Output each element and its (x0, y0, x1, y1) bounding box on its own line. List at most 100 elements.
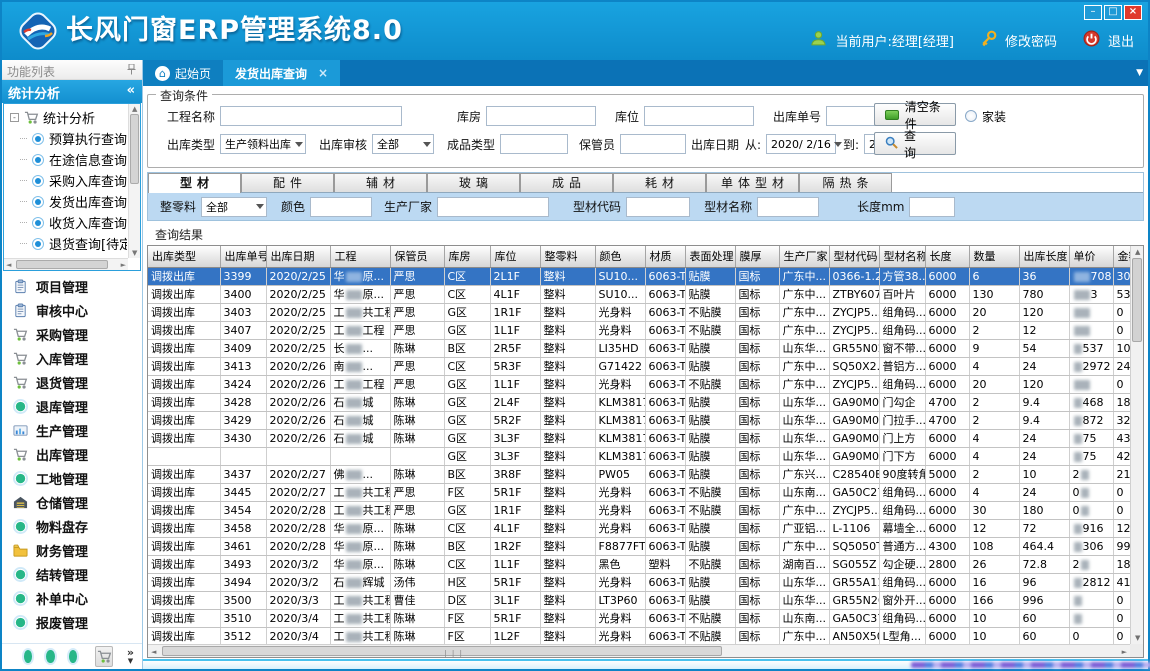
table-row[interactable]: 调拨出库35002020/3/3工共工程曹佳D区3L1F整料LT3P606063… (148, 591, 1130, 609)
table-row[interactable]: 调拨出库33992020/2/25华原...严思C区2L1F整料SU10...6… (148, 267, 1130, 285)
table-row[interactable]: 调拨出库34372020/2/27佛...陈琳B区3R8F整料PW056063-… (148, 465, 1130, 483)
sidebar-menu-item[interactable]: 项目管理 (2, 274, 142, 298)
material-tab[interactable]: 耗材 (613, 173, 706, 192)
table-row[interactable]: 调拨出库34612020/2/28华原...陈琳B区1R2F整料F8877FT6… (148, 537, 1130, 555)
warehouse-input[interactable] (486, 106, 596, 126)
clear-conditions-button[interactable]: 清空条件 (874, 103, 956, 126)
table-row[interactable]: 调拨出库35102020/3/4工共工程陈琳F区5R1F整料光身料6063-T5… (148, 609, 1130, 627)
close-button[interactable]: × (1124, 5, 1142, 20)
tree-root[interactable]: - 统计分析 (6, 106, 127, 128)
column-header[interactable]: 型材代码 (829, 246, 879, 267)
column-header[interactable]: 保管员 (390, 246, 444, 267)
more-menus-button[interactable]: »▼ (127, 648, 134, 666)
material-tab[interactable]: 型材 (148, 173, 241, 193)
logout-link[interactable]: 退出 (1108, 31, 1134, 50)
material-tab[interactable]: 成品 (520, 173, 613, 192)
sidebar-menu-item[interactable]: 入库管理 (2, 346, 142, 370)
table-row[interactable]: 调拨出库34292020/2/26石城陈琳G区5R2F整料KLM38176063… (148, 411, 1130, 429)
sidebar-menu-item[interactable]: 补单中心 (2, 586, 142, 610)
table-row[interactable]: 调拨出库35122020/3/4工共工程陈琳F区1L2F整料光身料6063-T5… (148, 627, 1130, 644)
tree-item[interactable]: 发货出库查询 (6, 191, 127, 212)
tab-start-page[interactable]: ⌂ 起始页 (143, 60, 223, 86)
material-tab[interactable]: 隔热条 (799, 173, 892, 192)
grid-horizontal-scrollbar[interactable]: ◄❘❘❘► (148, 644, 1130, 657)
green-dot-icon[interactable] (24, 650, 32, 663)
minimize-button[interactable]: – (1084, 5, 1102, 20)
column-header[interactable]: 出库长度 (1019, 246, 1069, 267)
profile-name-input[interactable] (757, 197, 819, 217)
column-header[interactable]: 出库类型 (148, 246, 220, 267)
table-row[interactable]: 调拨出库34542020/2/28工共工程严思G区1R1F整料光身料6063-T… (148, 501, 1130, 519)
sidebar-menu-item[interactable]: 出库管理 (2, 442, 142, 466)
table-row[interactable]: 调拨出库34932020/3/2华原...陈琳C区1L1F整料黑色塑料不贴膜国标… (148, 555, 1130, 573)
sidebar-menu-item[interactable]: 财务管理 (2, 538, 142, 562)
location-input[interactable] (644, 106, 754, 126)
table-row[interactable]: 调拨出库34092020/2/25长...陈琳B区2R5F整料LI35HD606… (148, 339, 1130, 357)
table-row[interactable]: 调拨出库34282020/2/26石城陈琳G区2L4F整料KLM38176063… (148, 393, 1130, 411)
column-header[interactable]: 生产厂家 (779, 246, 829, 267)
tab-shipment-outbound-query[interactable]: 发货出库查询 × (223, 60, 340, 86)
column-header[interactable]: 表面处理 (685, 246, 735, 267)
sidebar-menu-item[interactable]: 退货管理 (2, 370, 142, 394)
table-row[interactable]: 调拨出库34072020/2/25工工程严思G区1L1F整料光身料6063-T5… (148, 321, 1130, 339)
grid-vertical-scrollbar[interactable]: ▲▼ (1130, 246, 1143, 644)
sidebar-menu-item[interactable]: 报废管理 (2, 610, 142, 634)
tree-item[interactable]: 在途信息查询[待 (6, 149, 127, 170)
cart-shortcut-button[interactable] (95, 646, 113, 667)
date-from-select[interactable]: 2020/ 2/16 (766, 134, 836, 154)
tree-item[interactable]: 退库管理[待定] (6, 254, 127, 257)
sidebar-menu-item[interactable]: 退库管理 (2, 394, 142, 418)
sidebar-menu-item[interactable]: 物料盘存 (2, 514, 142, 538)
tab-list-dropdown-icon[interactable]: ▼ (1136, 68, 1143, 78)
green-dot-icon[interactable] (69, 650, 77, 663)
zhengling-select[interactable]: 全部 (201, 197, 267, 217)
column-header[interactable]: 颜色 (595, 246, 645, 267)
column-header[interactable]: 出库日期 (266, 246, 330, 267)
change-password-link[interactable]: 修改密码 (1005, 31, 1057, 50)
column-header[interactable]: 出库单号 (220, 246, 266, 267)
table-row[interactable]: 调拨出库34032020/2/25工共工程严思G区1R1F整料光身料6063-T… (148, 303, 1130, 321)
pin-icon[interactable] (127, 64, 136, 78)
tree-vertical-scrollbar[interactable]: ▲▼ (128, 104, 140, 258)
sidebar-menu-item[interactable]: 审核中心 (2, 298, 142, 322)
material-tab[interactable]: 玻璃 (427, 173, 520, 192)
factory-input[interactable] (437, 197, 549, 217)
material-tab[interactable]: 辅材 (334, 173, 427, 192)
column-header[interactable]: 单价 (1069, 246, 1113, 267)
sidebar-menu-item[interactable]: 结转管理 (2, 562, 142, 586)
column-header[interactable]: 数量 (969, 246, 1019, 267)
keeper-input[interactable] (620, 134, 686, 154)
table-row[interactable]: 调拨出库34242020/2/26工工程严思G区1L1F整料光身料6063-T5… (148, 375, 1130, 393)
tree-horizontal-scrollbar[interactable]: ◄► (4, 258, 128, 270)
column-header[interactable]: 库位 (490, 246, 540, 267)
table-row[interactable]: 调拨出库34002020/2/25华原...严思C区4L1F整料SU10...6… (148, 285, 1130, 303)
column-header[interactable]: 整零料 (540, 246, 595, 267)
table-row[interactable]: 调拨出库34132020/2/26南...严思C区5R3F整料G71422606… (148, 357, 1130, 375)
material-tab[interactable]: 单体型材 (706, 173, 799, 192)
table-row[interactable]: 调拨出库34582020/2/28华原...陈琳C区4L1F整料光身料6063-… (148, 519, 1130, 537)
outbound-type-select[interactable]: 生产领料出库 (220, 134, 306, 154)
tree-collapse-icon[interactable]: - (10, 113, 19, 122)
table-row[interactable]: 调拨出库34452020/2/27工共工程严思F区5R1F整料光身料6063-T… (148, 483, 1130, 501)
column-header[interactable]: 型材名称 (879, 246, 925, 267)
sidebar-menu-item[interactable]: 工地管理 (2, 466, 142, 490)
profile-code-input[interactable] (626, 197, 690, 217)
tree-item[interactable]: 退货查询[待定] (6, 233, 127, 254)
tab-close-icon[interactable]: × (318, 66, 328, 80)
column-header[interactable]: 材质 (645, 246, 685, 267)
search-button[interactable]: 查 询 (874, 132, 956, 155)
tree-item[interactable]: 预算执行查询 (6, 128, 127, 149)
collapse-icon[interactable]: « (127, 83, 135, 98)
length-input[interactable] (909, 197, 955, 217)
column-header[interactable]: 膜厚 (735, 246, 779, 267)
audit-select[interactable]: 全部 (372, 134, 434, 154)
green-dot-icon[interactable] (46, 650, 54, 663)
table-row[interactable]: G区3L3F整料KLM38176063-T5贴膜国标山东华...GA90M09.… (148, 447, 1130, 465)
sidebar-menu-item[interactable]: 仓储管理 (2, 490, 142, 514)
project-name-input[interactable] (220, 106, 402, 126)
tree-item[interactable]: 采购入库查询 (6, 170, 127, 191)
column-header[interactable]: 库房 (444, 246, 490, 267)
material-tab[interactable]: 配件 (241, 173, 334, 192)
table-row[interactable]: 调拨出库34302020/2/26石城陈琳G区3L3F整料KLM38176063… (148, 429, 1130, 447)
column-header[interactable]: 工程 (330, 246, 390, 267)
